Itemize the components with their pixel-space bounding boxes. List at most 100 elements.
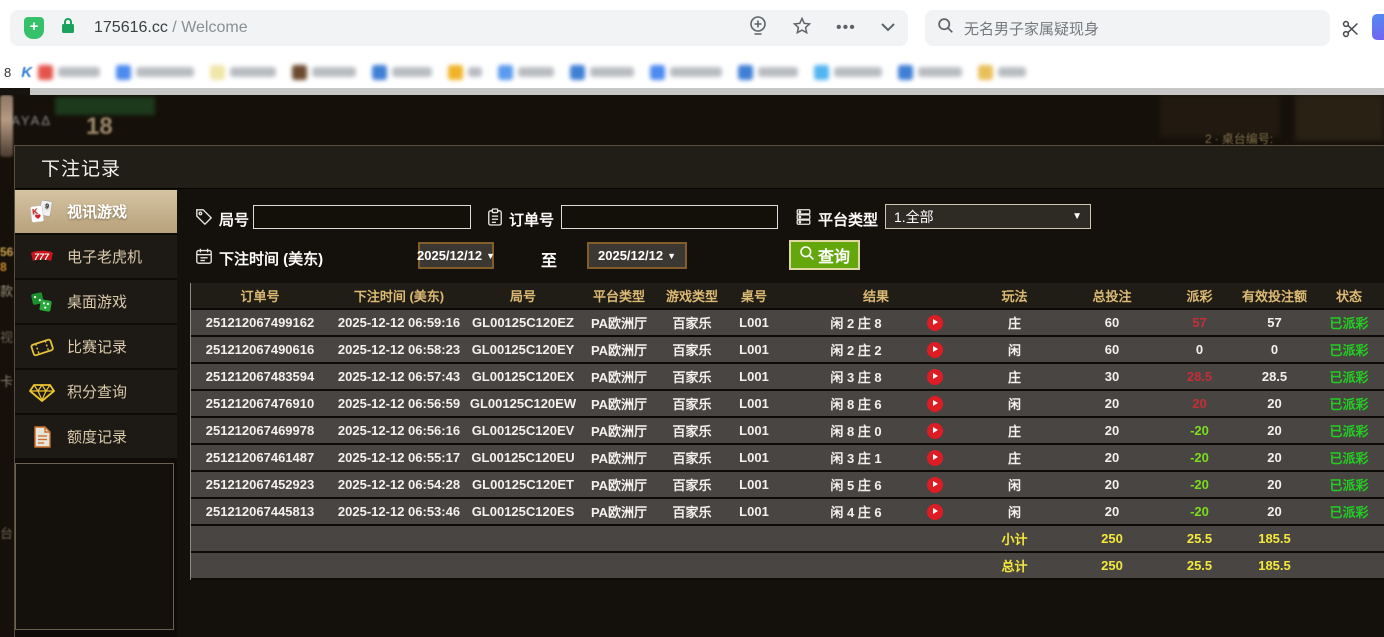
summary-total-bet: 250 [1062, 558, 1162, 573]
bookmark-favicon [978, 65, 993, 80]
order-number-label-group: 订单号 [487, 208, 554, 230]
replay-play-icon[interactable] [927, 477, 943, 493]
cell-status: 已派彩 [1312, 367, 1384, 386]
scissors-icon[interactable] [1340, 18, 1362, 45]
cell-order_id: 251212067483594 [191, 369, 329, 384]
cell-bet_time: 2025-12-12 06:57:43 [329, 369, 469, 384]
column-header-play: 玩法 [967, 286, 1062, 305]
replay-play-icon[interactable] [927, 342, 943, 358]
bookmark-item[interactable] [116, 65, 194, 80]
query-button[interactable]: 查询 [789, 240, 860, 270]
replay-play-icon[interactable] [927, 450, 943, 466]
table-row: 2512120674458132025-12-12 06:53:46GL0012… [191, 499, 1384, 526]
extension-icon[interactable] [1372, 14, 1384, 40]
cell-table_no: L001 [723, 423, 785, 438]
cell-valid_bet: 20 [1237, 396, 1312, 411]
sidebar-item-points-query[interactable]: 积分查询 [15, 370, 177, 413]
bookmark-item[interactable] [978, 65, 1026, 80]
cell-order_id: 251212067445813 [191, 504, 329, 519]
round-number-label: 局号 [219, 209, 249, 230]
bookmark-item[interactable] [738, 65, 798, 80]
sidebar-item-table-games[interactable]: 桌面游戏 [15, 280, 177, 323]
replay-play-icon[interactable] [927, 423, 943, 439]
cell-valid_bet: 20 [1237, 450, 1312, 465]
cell-table_no: L001 [723, 315, 785, 330]
bookmark-favicon [498, 65, 513, 80]
calendar-icon [195, 247, 213, 269]
bookmark-item[interactable] [292, 65, 356, 80]
more-options-icon[interactable]: ••• [836, 19, 856, 37]
sidebar-item-slots[interactable]: 777 电子老虎机 [15, 235, 177, 278]
date-from-picker[interactable]: 2025/12/12 ▼ [418, 242, 494, 269]
bookmark-item[interactable] [38, 65, 100, 80]
order-number-input[interactable] [561, 205, 778, 229]
platform-type-label: 平台类型 [818, 209, 878, 230]
platform-type-label-group: 平台类型 [795, 208, 878, 230]
bookmark-favicon [738, 65, 753, 80]
replay-play-icon[interactable] [927, 315, 943, 331]
sidebar-item-live-games[interactable]: 9 K 视讯游戏 [15, 190, 177, 233]
cell-payout: -20 [1162, 423, 1237, 438]
bookmark-favicon [38, 65, 53, 80]
sidebar-item-quota-records[interactable]: 额度记录 [15, 415, 177, 458]
cell-bet_time: 2025-12-12 06:53:46 [329, 504, 469, 519]
column-header-platform: 平台类型 [577, 286, 661, 305]
url-text[interactable]: 175616.cc / Welcome [94, 19, 248, 37]
bookmark-favicon [814, 65, 829, 80]
bookmark-count-label: 8 [4, 65, 11, 80]
bookmark-item[interactable] [372, 65, 432, 80]
bookmark-title-blur [468, 67, 482, 77]
column-header-result: 结果 [785, 286, 967, 305]
bookmark-item[interactable] [498, 65, 554, 80]
bookmark-item[interactable] [570, 65, 634, 80]
replay-play-icon[interactable] [927, 504, 943, 520]
bookmark-star-icon[interactable] [792, 16, 812, 41]
cell-platform: PA欧洲厅 [577, 502, 661, 521]
bookmark-title-blur [998, 67, 1026, 77]
bookmark-item[interactable] [814, 65, 882, 80]
bookmark-favicon [448, 65, 463, 80]
tag-icon [195, 208, 213, 230]
platform-type-select[interactable]: 1.全部 ▼ [885, 204, 1091, 229]
column-header-valid_bet: 有效投注额 [1237, 286, 1312, 305]
chevron-down-icon[interactable] [880, 19, 896, 37]
sidebar-empty-box [15, 463, 174, 630]
cell-game_type: 百家乐 [661, 502, 723, 521]
bookmark-item[interactable] [898, 65, 962, 80]
cell-total_bet: 60 [1062, 315, 1162, 330]
translate-icon[interactable] [748, 15, 768, 42]
bookmark-favicon [116, 65, 131, 80]
bookmark-favicon [650, 65, 665, 80]
bookmark-title-blur [834, 67, 882, 77]
lock-icon[interactable] [60, 17, 76, 40]
cell-platform: PA欧洲厅 [577, 448, 661, 467]
cell-result: 闲 3 庄 8 [785, 367, 967, 386]
background-blur-block [1295, 95, 1384, 141]
result-text: 闲 8 庄 0 [830, 424, 881, 439]
cell-round_id: GL00125C120ET [469, 477, 577, 492]
sidebar-item-match-records[interactable]: 比赛记录 [15, 325, 177, 368]
result-text: 闲 2 庄 2 [830, 343, 881, 358]
column-header-game_type: 游戏类型 [661, 286, 723, 305]
bookmark-item[interactable] [210, 65, 276, 80]
date-from-value: 2025/12/12 [417, 248, 482, 263]
cell-status: 已派彩 [1312, 313, 1384, 332]
background-left-fragment: 56 [0, 245, 14, 259]
bookmark-item[interactable] [448, 65, 482, 80]
date-to-picker[interactable]: 2025/12/12 ▼ [587, 242, 687, 269]
panel-title: 下注记录 [15, 146, 1384, 189]
browser-search-box[interactable]: 无名男子家属疑现身 [925, 10, 1330, 46]
replay-play-icon[interactable] [927, 396, 943, 412]
adblock-shield-icon[interactable] [24, 17, 44, 39]
cell-valid_bet: 0 [1237, 342, 1312, 357]
cell-bet_time: 2025-12-12 06:56:59 [329, 396, 469, 411]
bookmark-logo-k[interactable]: K [21, 64, 32, 81]
bookmark-favicon [210, 65, 225, 80]
table-summary-row: 总计25025.5185.5 [191, 553, 1384, 580]
cell-table_no: L001 [723, 369, 785, 384]
round-number-input[interactable] [253, 205, 471, 229]
replay-play-icon[interactable] [927, 369, 943, 385]
cell-valid_bet: 20 [1237, 504, 1312, 519]
cell-total_bet: 60 [1062, 342, 1162, 357]
bookmark-item[interactable] [650, 65, 722, 80]
